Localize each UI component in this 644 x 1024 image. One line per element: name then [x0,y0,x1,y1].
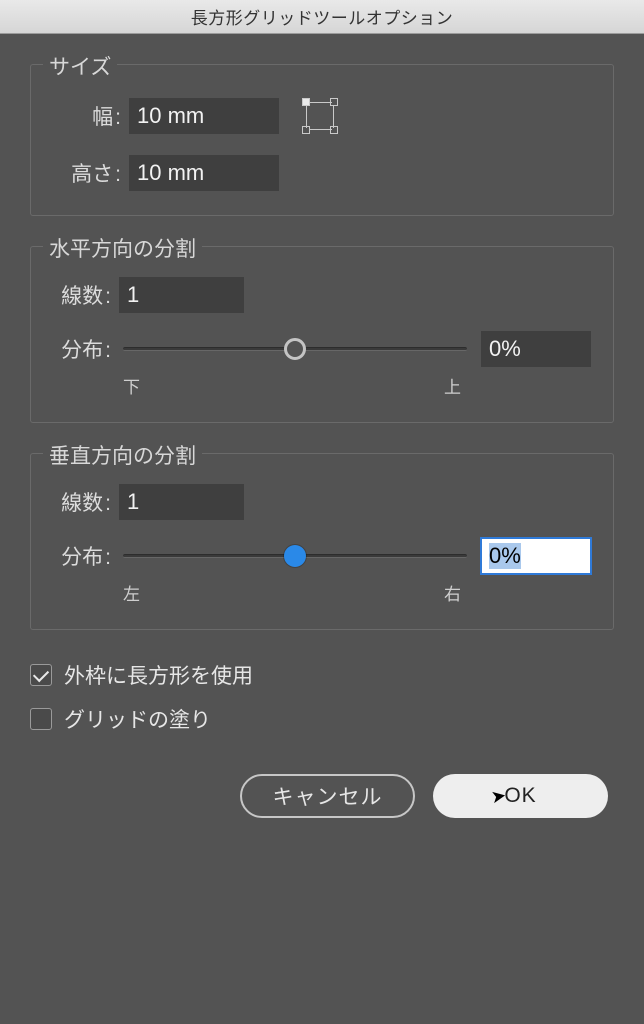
v-dist-label: 分布: [53,541,113,571]
h-dist-slider[interactable] [123,347,467,351]
dialog-body: サイズ 幅: 高さ: 水平 [0,34,644,838]
use-outer-rect-label: 外枠に長方形を使用 [64,660,253,690]
height-field[interactable] [129,155,279,191]
v-count-field[interactable] [119,484,244,520]
width-field[interactable] [129,98,279,134]
dialog-footer: キャンセル ➤ OK [30,774,614,818]
fill-grid-checkbox[interactable] [30,708,52,730]
v-dist-field[interactable] [481,538,591,574]
cancel-button[interactable]: キャンセル [240,774,415,818]
cursor-icon: ➤ [489,785,508,808]
fill-grid-option[interactable]: グリッドの塗り [30,704,614,734]
use-outer-rect-checkbox[interactable] [30,664,52,686]
h-dist-slider-thumb[interactable] [284,338,306,360]
ok-button[interactable]: ➤ OK [433,774,608,818]
h-dist-field[interactable] [481,331,591,367]
v-dist-slider-thumb[interactable] [284,545,306,567]
horizontal-group-label: 水平方向の分割 [43,233,202,263]
h-dist-label: 分布: [53,334,113,364]
use-outer-rect-option[interactable]: 外枠に長方形を使用 [30,660,614,690]
vertical-group-label: 垂直方向の分割 [43,440,202,470]
h-dist-min-label: 下 [123,373,140,398]
h-count-label: 線数: [53,280,113,310]
width-label: 幅: [53,101,123,131]
dialog-title: 長方形グリッドツールオプション [0,0,644,34]
v-dist-max-label: 右 [444,580,461,605]
h-count-field[interactable] [119,277,244,313]
reference-point-widget[interactable] [299,95,341,137]
v-dist-min-label: 左 [123,580,140,605]
size-group-label: サイズ [43,51,117,81]
horizontal-dividers-group: 水平方向の分割 線数: 分布: 下 上 [30,246,614,423]
v-count-label: 線数: [53,487,113,517]
v-dist-slider[interactable] [123,554,467,558]
size-group: サイズ 幅: 高さ: [30,64,614,216]
h-dist-max-label: 上 [444,373,461,398]
height-label: 高さ: [53,158,123,188]
fill-grid-label: グリッドの塗り [64,704,211,734]
vertical-dividers-group: 垂直方向の分割 線数: 分布: 左 右 [30,453,614,630]
